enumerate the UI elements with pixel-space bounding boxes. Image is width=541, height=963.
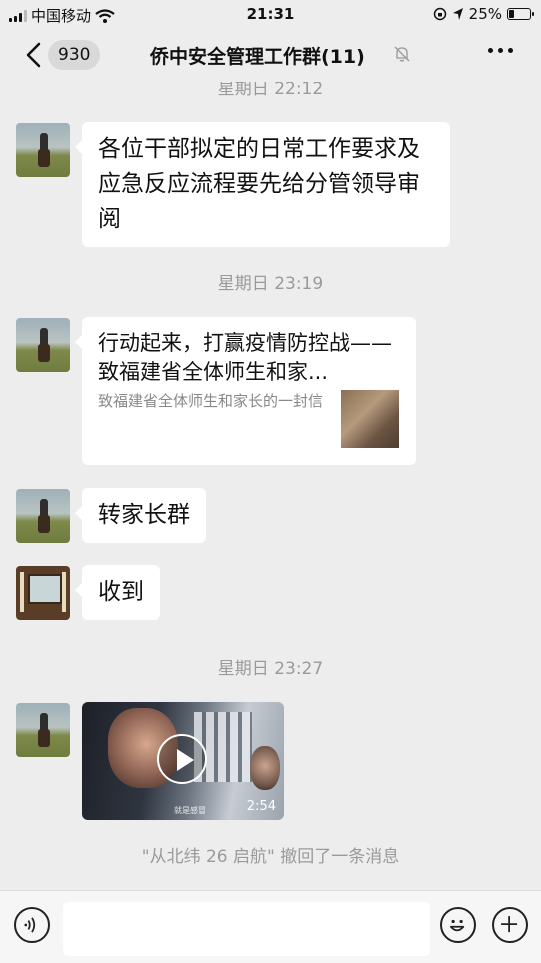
mute-bell-icon bbox=[394, 46, 410, 62]
timestamp: 星期日 22:12 bbox=[217, 82, 324, 99]
dot-icon bbox=[498, 48, 503, 53]
avatar[interactable] bbox=[16, 318, 70, 372]
battery-icon bbox=[507, 8, 534, 20]
video-duration: 2:54 bbox=[246, 799, 276, 814]
chat-title: 侨中安全管理工作群(11) bbox=[150, 46, 365, 68]
avatar[interactable] bbox=[16, 123, 70, 177]
back-arrow-icon[interactable] bbox=[20, 40, 50, 70]
message-bubble[interactable]: 转家长群 bbox=[75, 488, 206, 543]
avatar[interactable] bbox=[16, 566, 70, 620]
status-bar: 中国移动 21:31 25% bbox=[0, 0, 541, 28]
card-thumbnail bbox=[341, 390, 399, 448]
message-bubble[interactable]: 各位干部拟定的日常工作要求及应急反应流程要先给分管领导审阅 bbox=[75, 122, 450, 247]
unread-count-badge[interactable]: 930 bbox=[48, 40, 101, 70]
message-bubble[interactable]: 收到 bbox=[75, 565, 160, 620]
timestamp: 星期日 23:27 bbox=[217, 659, 324, 679]
video-caption: 就是感冒 bbox=[174, 806, 206, 815]
dot-icon bbox=[488, 48, 493, 53]
status-right: 25% bbox=[433, 5, 534, 23]
card-title: 行动起来，打赢疫情防控战——致福建省全体师生和家... bbox=[98, 331, 392, 384]
play-icon[interactable] bbox=[157, 734, 207, 784]
avatar[interactable] bbox=[16, 703, 70, 757]
plus-icon[interactable] bbox=[492, 907, 528, 943]
emoji-icon[interactable] bbox=[440, 907, 476, 943]
message-list[interactable]: 星期日 22:12 各位干部拟定的日常工作要求及应急反应流程要先给分管领导审阅 … bbox=[0, 82, 541, 890]
video-message[interactable]: 就是感冒 2:54 bbox=[82, 702, 284, 820]
avatar[interactable] bbox=[16, 489, 70, 543]
voice-icon[interactable] bbox=[14, 907, 50, 943]
dot-icon bbox=[508, 48, 513, 53]
recall-notice: "从北纬 26 启航" 撤回了一条消息 bbox=[141, 847, 400, 867]
nav-bar: 930 侨中安全管理工作群(11) bbox=[0, 28, 541, 82]
location-icon bbox=[452, 8, 463, 20]
battery-percent: 25% bbox=[468, 5, 502, 23]
card-description: 致福建省全体师生和家长的一封信 bbox=[98, 392, 324, 410]
timestamp: 星期日 23:19 bbox=[217, 274, 324, 294]
link-card[interactable]: 行动起来，打赢疫情防控战——致福建省全体师生和家... 致福建省全体师生和家长的… bbox=[75, 317, 416, 465]
more-options-button[interactable] bbox=[488, 48, 513, 53]
input-bar bbox=[0, 890, 541, 963]
message-input[interactable] bbox=[63, 902, 430, 956]
rotation-lock-icon bbox=[433, 7, 446, 21]
